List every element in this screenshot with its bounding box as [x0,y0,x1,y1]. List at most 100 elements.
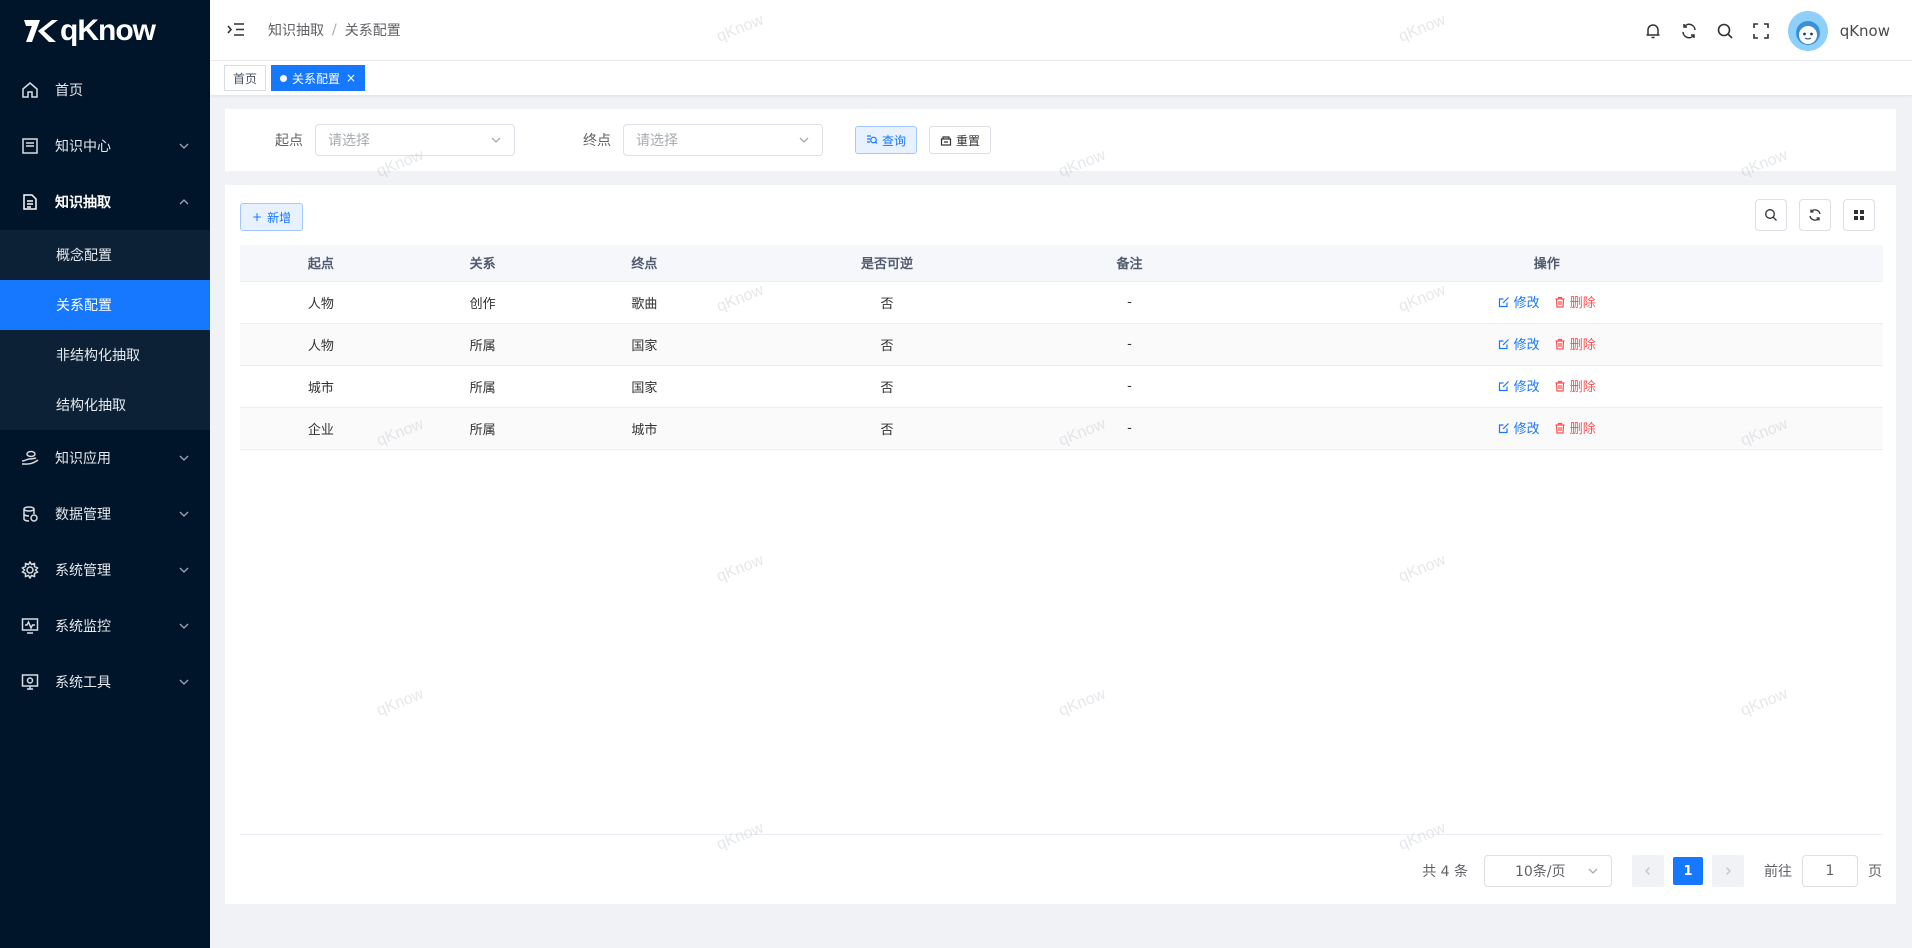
refresh-icon [1809,209,1821,221]
fullscreen-icon[interactable] [1750,20,1772,42]
page-jumper: 前往 页 [1764,855,1882,887]
user-name[interactable]: qKnow [1840,22,1890,40]
reset-icon [940,136,952,146]
page-size-value: 10条/页 [1515,864,1566,880]
delete-button[interactable]: 删除 [1554,418,1596,437]
cell-end: 城市 [563,407,726,450]
chevron-down-icon [179,511,189,517]
add-button[interactable]: + 新增 [240,203,304,231]
goto-page-input[interactable] [1802,855,1858,887]
chevron-left-icon [1645,867,1650,875]
chevron-down-icon [179,567,189,573]
query-button[interactable]: 查询 [855,126,918,154]
columns-button[interactable] [1843,199,1875,231]
delete-button[interactable]: 删除 [1554,376,1596,395]
submenu-knowledge-extraction: 概念配置 关系配置 非结构化抽取 结构化抽取 [0,230,210,430]
top-navbar: 知识抽取 / 关系配置 qKnow [210,0,1912,61]
avatar[interactable] [1787,10,1828,51]
bell-icon[interactable] [1642,20,1664,42]
sidebar-item-label: 知识中心 [55,139,111,155]
cell-remark: - [1048,281,1211,324]
sidebar-item-knowledge-center[interactable]: 知识中心 [0,118,210,174]
active-dot [280,74,288,82]
cell-start: 人物 [240,323,402,366]
edit-label: 修改 [1513,296,1540,312]
start-select[interactable]: 请选择 [315,124,515,156]
search-icon[interactable] [1714,20,1736,42]
cell-actions: 修改 删除 [1210,281,1883,324]
cell-reversible: 否 [725,281,1049,324]
start-select-placeholder: 请选择 [328,133,370,149]
delete-label: 删除 [1569,296,1596,312]
sidebar-item-structured-extraction[interactable]: 结构化抽取 [0,380,210,430]
sidebar-item-label: 知识应用 [55,451,111,467]
sidebar-item-unstructured-extraction[interactable]: 非结构化抽取 [0,330,210,380]
delete-button[interactable]: 删除 [1554,292,1596,311]
edit-button[interactable]: 修改 [1498,334,1540,353]
book-icon [20,136,40,156]
column-header: 关系 [401,245,564,282]
edit-button[interactable]: 修改 [1498,418,1540,437]
gear-icon [20,560,40,580]
delete-button[interactable]: 删除 [1554,334,1596,353]
sidebar-item-system-tools[interactable]: 系统工具 [0,654,210,710]
sidebar-item-relation-config[interactable]: 关系配置 [0,280,210,330]
table-divider [240,834,1883,835]
breadcrumb-item[interactable]: 知识抽取 [268,20,324,40]
close-icon[interactable]: × [346,71,356,85]
tag-home[interactable]: 首页 [224,65,267,91]
reset-button[interactable]: 重置 [929,126,992,154]
sidebar-item-knowledge-extraction[interactable]: 知识抽取 [0,174,210,230]
column-header: 备注 [1048,245,1211,282]
cell-remark: - [1048,323,1211,366]
refresh-icon[interactable] [1678,20,1700,42]
edit-label: 修改 [1513,380,1540,396]
reset-button-label: 重置 [956,133,981,148]
chevron-right-icon [1726,867,1731,875]
sidebar-item-concept-config[interactable]: 概念配置 [0,230,210,280]
tools-icon [20,672,40,692]
sidebar: qKnow 首页 知识中心 知识抽取 概念配置 关系配置 非结构化抽取 结构化抽… [0,0,210,948]
sidebar-item-home[interactable]: 首页 [0,62,210,118]
toggle-search-button[interactable] [1755,199,1787,231]
sidebar-item-label: 知识抽取 [55,195,111,211]
end-select-placeholder: 请选择 [636,133,678,149]
home-icon [20,80,40,100]
table-row: 企业 所属 城市 否 - 修改 删除 [240,407,1883,450]
sidebar-item-label: 系统监控 [55,619,111,635]
chevron-down-icon [491,137,501,143]
cell-end: 国家 [563,365,726,408]
end-select[interactable]: 请选择 [623,124,823,156]
cell-relation: 所属 [401,365,564,408]
prev-page-button[interactable] [1632,855,1664,887]
next-page-button[interactable] [1712,855,1744,887]
sidebar-item-system-management[interactable]: 系统管理 [0,542,210,598]
refresh-table-button[interactable] [1799,199,1831,231]
goto-label: 前往 [1764,864,1792,880]
trash-icon [1555,296,1565,308]
menu-fold-icon[interactable] [226,20,246,40]
query-button-label: 查询 [882,133,907,148]
sidebar-item-knowledge-application[interactable]: 知识应用 [0,430,210,486]
sidebar-item-label: 首页 [55,83,83,99]
breadcrumb-separator: / [332,22,337,38]
database-icon [20,504,40,524]
logo[interactable]: qKnow [0,0,210,62]
tag-relation-config[interactable]: 关系配置 × [271,65,366,91]
search-icon [1765,209,1777,221]
page-number-current[interactable]: 1 [1673,857,1703,885]
pagination: 共 4 条 10条/页 1 前往 页 [1422,855,1882,887]
delete-label: 删除 [1569,338,1596,354]
plus-icon: + [252,210,263,224]
tags-view: 首页 关系配置 × [210,61,1912,95]
page-size-select[interactable]: 10条/页 [1484,855,1612,887]
page-suffix: 页 [1868,864,1882,880]
edit-icon [1498,338,1509,349]
sidebar-item-data-management[interactable]: 数据管理 [0,486,210,542]
chevron-down-icon [179,143,189,149]
edit-icon [1498,422,1509,433]
edit-button[interactable]: 修改 [1498,292,1540,311]
sidebar-item-system-monitor[interactable]: 系统监控 [0,598,210,654]
edit-button[interactable]: 修改 [1498,376,1540,395]
column-header: 操作 [1210,245,1883,282]
